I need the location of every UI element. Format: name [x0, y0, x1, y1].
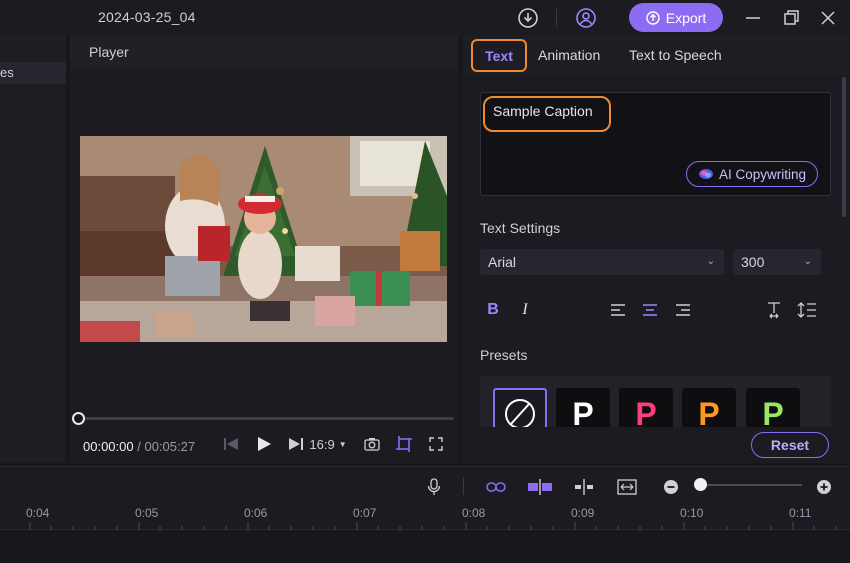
tab-animation[interactable]: Animation: [538, 47, 600, 63]
aspect-ratio-dropdown[interactable]: 16:9 ▼: [306, 433, 350, 455]
ruler-ticks: [29, 522, 837, 530]
timeline-ruler[interactable]: [0, 504, 850, 530]
time-separator: /: [137, 439, 141, 454]
font-size-select[interactable]: 300 ⌄: [733, 249, 821, 275]
crop-icon[interactable]: [394, 433, 414, 455]
ruler-tick-label: 0:07: [353, 506, 377, 520]
align-center-icon[interactable]: [640, 299, 660, 321]
ruler-tick-label: 0:09: [571, 506, 595, 520]
export-button[interactable]: Export: [629, 3, 723, 32]
playback-progress-track[interactable]: [78, 417, 454, 420]
time-display: 00:00:00 / 00:05:27: [83, 439, 195, 454]
font-family-value: Arial: [488, 254, 517, 270]
toolbar-divider: [463, 477, 464, 495]
fullscreen-icon[interactable]: [426, 433, 446, 455]
align-right-icon[interactable]: [673, 299, 693, 321]
properties-panel: Text Animation Text to Speech Sample Cap…: [463, 35, 850, 463]
font-family-select[interactable]: Arial ⌄: [480, 249, 724, 275]
current-time: 00:00:00: [83, 439, 134, 454]
player-panel: Player 00:00:00 / 00:05:27 16:9 ▼: [70, 35, 458, 463]
video-preview[interactable]: [80, 136, 447, 342]
split-icon[interactable]: [573, 477, 595, 497]
ruler-tick-label: 0:05: [135, 506, 159, 520]
link-icon[interactable]: [485, 477, 507, 497]
reset-button[interactable]: Reset: [751, 432, 829, 458]
ruler-tick-label: 0:10: [680, 506, 704, 520]
export-icon: [646, 10, 660, 25]
presets-grid: P P P P: [480, 376, 831, 433]
magnet-snap-icon[interactable]: [527, 477, 553, 497]
minimize-icon[interactable]: [743, 8, 763, 28]
tab-text[interactable]: Text: [471, 39, 527, 72]
text-settings-heading: Text Settings: [480, 220, 561, 236]
playback-progress-handle[interactable]: [72, 412, 85, 425]
chevron-down-icon: ▼: [338, 439, 347, 449]
zoom-slider-handle[interactable]: [694, 478, 707, 491]
ai-copywriting-button[interactable]: AI Copywriting: [686, 161, 818, 187]
player-title: Player: [89, 44, 129, 60]
presets-heading: Presets: [480, 347, 528, 363]
chevron-down-icon: ⌄: [706, 256, 715, 267]
align-left-icon[interactable]: [608, 299, 628, 321]
left-sidebar-item-label: es: [0, 65, 14, 80]
ruler-tick-label: 0:11: [789, 506, 812, 520]
left-sidebar: [0, 35, 66, 463]
titlebar-divider: [556, 9, 557, 27]
bold-icon[interactable]: B: [483, 299, 503, 321]
player-header: Player: [70, 35, 458, 69]
account-icon[interactable]: [575, 7, 597, 29]
project-title: 2024-03-25_04: [98, 9, 196, 25]
title-bar: 2024-03-25_04 Export: [0, 0, 850, 35]
tab-text-label: Text: [485, 47, 513, 64]
ruler-tick-label: 0:08: [462, 506, 486, 520]
timeline-tracks[interactable]: [0, 531, 850, 563]
export-label: Export: [665, 9, 707, 26]
zoom-in-icon[interactable]: [815, 477, 833, 497]
aspect-ratio-value: 16:9: [309, 436, 335, 452]
next-frame-icon[interactable]: [287, 433, 305, 455]
ai-copywriting-label: AI Copywriting: [718, 166, 807, 182]
tab-text-to-speech[interactable]: Text to Speech: [629, 47, 722, 63]
restore-icon[interactable]: [781, 8, 801, 28]
character-spacing-icon[interactable]: [763, 299, 785, 321]
snapshot-icon[interactable]: [362, 433, 382, 455]
previous-frame-icon[interactable]: [222, 433, 240, 455]
microphone-icon[interactable]: [424, 477, 444, 497]
chevron-down-icon: ⌄: [803, 256, 812, 267]
panel-scrollbar[interactable]: [842, 77, 846, 217]
line-spacing-icon[interactable]: [796, 299, 818, 321]
close-icon[interactable]: [818, 8, 838, 28]
ai-sparkle-icon: [698, 169, 713, 179]
zoom-out-icon[interactable]: [662, 477, 680, 497]
italic-icon[interactable]: I: [515, 299, 535, 321]
total-time: 00:05:27: [144, 439, 196, 454]
ruler-tick-label: 0:06: [244, 506, 268, 520]
caption-text[interactable]: Sample Caption: [493, 103, 593, 119]
play-icon[interactable]: [255, 433, 273, 455]
font-size-value: 300: [741, 254, 765, 270]
download-icon[interactable]: [517, 7, 539, 29]
fit-to-window-icon[interactable]: [616, 477, 638, 497]
zoom-slider-track[interactable]: [700, 484, 802, 486]
ruler-tick-label: 0:04: [26, 506, 50, 520]
